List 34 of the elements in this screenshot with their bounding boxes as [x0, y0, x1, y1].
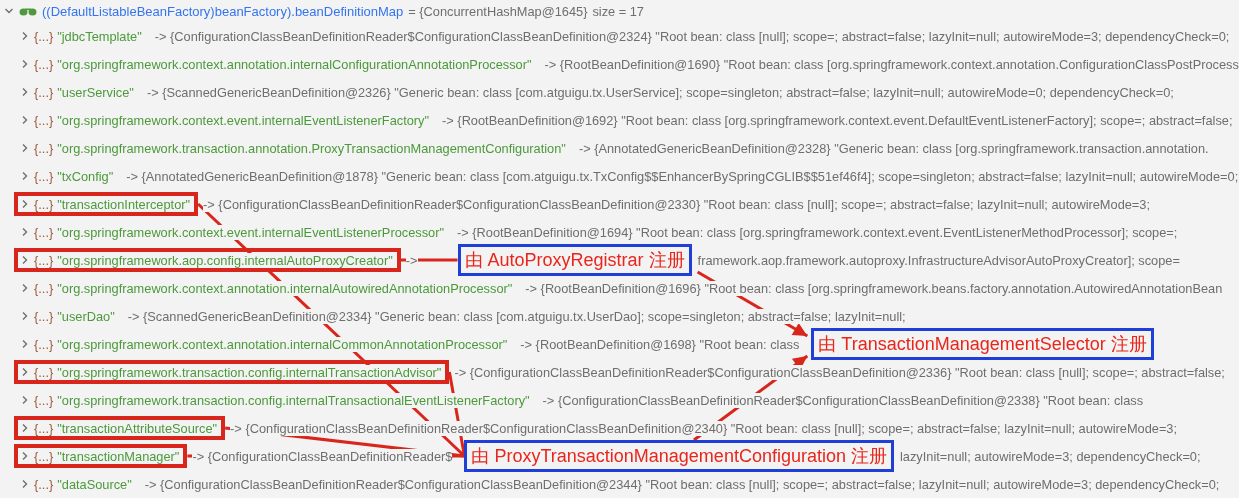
key-text: "org.springframework.transaction.config.internalTransactionAdvisor" [57, 364, 442, 380]
key-text: "org.springframework.context.event.internalEventListenerProcessor" [57, 224, 444, 240]
value-text: -> {ScannedGenericBeanDefinition@2334} "Generic bean: class [com.atguigu.tx.UserDao]; scope=singleton; abstract=false; lazyInit=null; [127, 308, 906, 324]
chevron-right-icon[interactable] [20, 367, 30, 377]
chevron-right-icon[interactable] [20, 339, 30, 349]
value-text: -> {RootBeanDefinition@1696} "Root bean: class [org.springframework.beans.factory.annotation.AutowiredAnnotationBean [525, 280, 1223, 296]
glasses-icon [19, 6, 37, 16]
chevron-right-icon[interactable] [20, 87, 30, 97]
chevron-right-icon[interactable] [20, 311, 30, 321]
chevron-right-icon[interactable] [20, 283, 30, 293]
annotation-label: 由 TransactionManagementSelector 注册 [811, 328, 1154, 360]
chevron-right-icon[interactable] [20, 423, 30, 433]
chevron-right-icon[interactable] [20, 199, 30, 209]
value-text: -> {ConfigurationClassBeanDefinitionReader$ConfigurationClassBeanDefinition@2340} "Root bean: class [null]; scope=; abstract=false; lazyInit=null; autowireMode=3; [230, 420, 1178, 436]
annotation-label: 由 ProxyTransactionManagementConfiguration 注册 [464, 440, 894, 472]
chevron-right-icon[interactable] [20, 171, 30, 181]
key-text: "org.springframework.transaction.config.internalTransactionalEventListenerFactory" [57, 392, 530, 408]
chevron-right-icon[interactable] [20, 31, 30, 41]
value-text: -> {ConfigurationClassBeanDefinitionReader$ConfigurationClassBeanDefinition@2338} "Root bean: class [542, 392, 1144, 408]
chevron-right-icon[interactable] [20, 451, 30, 461]
key-text: "org.springframework.context.annotation.internalAutowiredAnnotationProcessor" [57, 280, 513, 296]
chevron-right-icon[interactable] [20, 395, 30, 405]
value-text: -> {ConfigurationClassBeanDefinitionReader$ConfigurationClassBeanDefinition@2336} "Root bean: class [null]; scope=; abstract=false; [454, 364, 1225, 380]
expression-text: ((DefaultListableBeanFactory)beanFactory).beanDefinitionMap [42, 3, 404, 19]
chevron-right-icon[interactable] [20, 115, 30, 125]
chevron-right-icon[interactable] [20, 255, 30, 265]
chevron-right-icon[interactable] [20, 143, 30, 153]
annotation-label: 由 AutoProxyRegistrar 注册 [457, 244, 692, 276]
key-text: "org.springframework.context.annotation.internalCommonAnnotationProcessor" [57, 336, 508, 352]
chevron-down-icon[interactable] [4, 6, 14, 16]
chevron-right-icon[interactable] [20, 59, 30, 69]
chevron-right-icon[interactable] [20, 479, 30, 489]
key-text: "org.springframework.aop.config.internalAutoProxyCreator" [57, 252, 393, 268]
chevron-right-icon[interactable] [20, 227, 30, 237]
